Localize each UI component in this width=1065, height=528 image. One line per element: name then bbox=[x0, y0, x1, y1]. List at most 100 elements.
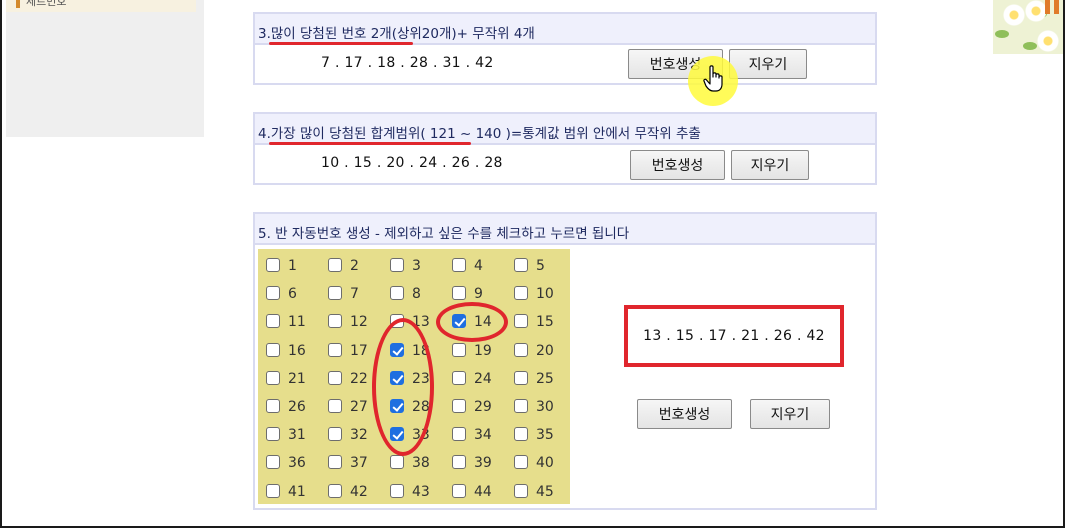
number-checkbox[interactable] bbox=[452, 455, 466, 470]
section-5-numbers: 13 . 15 . 17 . 21 . 26 . 42 bbox=[643, 328, 825, 344]
number-checkbox-label: 6 bbox=[288, 286, 297, 303]
number-checkbox[interactable] bbox=[514, 258, 528, 272]
number-checkbox-label: 29 bbox=[474, 399, 492, 415]
section-3-title-underline bbox=[269, 42, 413, 45]
number-checkbox-label: 25 bbox=[536, 370, 554, 387]
number-checkbox[interactable] bbox=[328, 370, 342, 385]
number-checkbox-label: 8 bbox=[412, 286, 421, 303]
highlight-oval-column bbox=[372, 318, 434, 456]
number-checkbox[interactable] bbox=[328, 483, 342, 498]
number-checkbox[interactable] bbox=[452, 399, 466, 413]
number-checkbox-label: 5 bbox=[536, 258, 545, 274]
number-checkbox-label: 21 bbox=[288, 370, 306, 387]
number-checkbox-label: 10 bbox=[536, 286, 554, 303]
number-checkbox[interactable] bbox=[452, 258, 466, 272]
result-highlight-box: 13 . 15 . 17 . 21 . 26 . 42 bbox=[624, 305, 844, 367]
number-checkbox-label: 22 bbox=[350, 370, 368, 387]
strip-marker bbox=[16, 0, 20, 8]
number-checkbox-label: 7 bbox=[350, 286, 359, 303]
number-checkbox[interactable] bbox=[452, 286, 466, 301]
number-checkbox[interactable] bbox=[328, 342, 342, 357]
number-checkbox-label: 31 bbox=[288, 427, 306, 444]
number-checkbox-label: 4 bbox=[474, 258, 483, 274]
number-checkbox[interactable] bbox=[390, 258, 404, 272]
number-checkbox[interactable] bbox=[328, 427, 342, 442]
number-checkbox[interactable] bbox=[266, 370, 280, 385]
number-checkbox-label: 24 bbox=[474, 370, 492, 387]
number-checkbox[interactable] bbox=[328, 258, 342, 272]
section-4-generate-button[interactable]: 번호생성 bbox=[630, 150, 725, 180]
hand-cursor-icon bbox=[703, 65, 723, 92]
section-4-title-text: 4.가장 많이 당첨된 합계범위( 121 ~ 140 )=통계값 범위 안에서… bbox=[258, 126, 701, 142]
number-checkbox-label: 39 bbox=[474, 455, 492, 472]
number-checkbox[interactable] bbox=[328, 286, 342, 301]
number-checkbox-label: 42 bbox=[350, 483, 368, 500]
number-checkbox[interactable] bbox=[390, 483, 404, 498]
number-checkbox[interactable] bbox=[390, 455, 404, 470]
number-checkbox[interactable] bbox=[514, 455, 528, 470]
number-checkbox-label: 30 bbox=[536, 399, 554, 415]
flower-decoration bbox=[993, 0, 1063, 54]
number-checkbox[interactable] bbox=[452, 342, 466, 357]
number-checkbox[interactable] bbox=[514, 483, 528, 498]
number-checkbox-label: 34 bbox=[474, 427, 492, 444]
number-checkbox[interactable] bbox=[514, 427, 528, 442]
number-checkbox-label: 15 bbox=[536, 314, 554, 331]
number-checkbox[interactable] bbox=[514, 342, 528, 357]
number-checkbox-label: 41 bbox=[288, 483, 306, 500]
number-checkbox[interactable] bbox=[266, 483, 280, 498]
number-checkbox-label: 44 bbox=[474, 483, 492, 500]
number-checkbox[interactable] bbox=[452, 370, 466, 385]
number-checkbox[interactable] bbox=[390, 286, 404, 301]
number-checkbox-label: 11 bbox=[288, 314, 306, 331]
section-3-title-text: 3.많이 당첨된 번호 2개(상위20개)+ 무작위 4개 bbox=[258, 26, 535, 42]
number-checkbox-label: 36 bbox=[288, 455, 306, 472]
section-5-title-text: 5. 반 자동번호 생성 - 제외하고 싶은 수를 체크하고 누르면 됩니다 bbox=[258, 226, 630, 242]
number-checkbox[interactable] bbox=[266, 286, 280, 301]
number-checkbox-label: 38 bbox=[412, 455, 430, 472]
number-checkbox[interactable] bbox=[328, 314, 342, 329]
number-checkbox[interactable] bbox=[266, 342, 280, 357]
section-5-clear-button[interactable]: 지우기 bbox=[750, 399, 830, 429]
section-4-clear-button[interactable]: 지우기 bbox=[731, 150, 809, 180]
number-checkbox-label: 27 bbox=[350, 399, 368, 415]
section-4-title: 4.가장 많이 당첨된 합계범위( 121 ~ 140 )=통계값 범위 안에서… bbox=[255, 114, 875, 145]
number-checkbox[interactable] bbox=[514, 286, 528, 301]
number-checkbox[interactable] bbox=[452, 427, 466, 442]
number-checkbox-label: 1 bbox=[288, 258, 297, 274]
section-3-title: 3.많이 당첨된 번호 2개(상위20개)+ 무작위 4개 bbox=[255, 14, 875, 45]
section-3-clear-button[interactable]: 지우기 bbox=[729, 49, 807, 79]
number-checkbox-label: 40 bbox=[536, 455, 554, 472]
section-3-numbers: 7 . 17 . 18 . 28 . 31 . 42 bbox=[321, 55, 494, 71]
highlight-oval-14 bbox=[436, 302, 508, 342]
number-checkbox[interactable] bbox=[328, 399, 342, 413]
number-checkbox[interactable] bbox=[452, 483, 466, 498]
number-checkbox[interactable] bbox=[266, 258, 280, 272]
number-checkbox-label: 12 bbox=[350, 314, 368, 331]
number-checkbox[interactable] bbox=[266, 314, 280, 329]
number-checkbox-label: 26 bbox=[288, 399, 306, 415]
left-sidebar-text: 세트번호 bbox=[26, 0, 67, 8]
number-checkbox-label: 37 bbox=[350, 455, 368, 472]
section-4-title-underline bbox=[269, 142, 471, 145]
number-checkbox-label: 19 bbox=[474, 342, 492, 359]
section-4-numbers: 10 . 15 . 20 . 24 . 26 . 28 bbox=[321, 155, 503, 171]
number-checkbox[interactable] bbox=[514, 314, 528, 329]
number-checkbox[interactable] bbox=[328, 455, 342, 470]
number-checkbox-label: 32 bbox=[350, 427, 368, 444]
number-checkbox[interactable] bbox=[266, 427, 280, 442]
section-5-title: 5. 반 자동번호 생성 - 제외하고 싶은 수를 체크하고 누르면 됩니다 bbox=[255, 214, 875, 245]
section-5-generate-button[interactable]: 번호생성 bbox=[637, 399, 732, 429]
section-4-box: 4.가장 많이 당첨된 합계범위( 121 ~ 140 )=통계값 범위 안에서… bbox=[253, 112, 877, 185]
number-checkbox[interactable] bbox=[514, 399, 528, 413]
number-checkbox-label: 35 bbox=[536, 427, 554, 444]
number-checkbox-label: 9 bbox=[474, 286, 483, 303]
left-sidebar-panel: 세트번호 bbox=[6, 0, 204, 137]
number-checkbox-label: 17 bbox=[350, 342, 368, 359]
number-checkbox[interactable] bbox=[266, 455, 280, 470]
number-checkbox-label: 43 bbox=[412, 483, 430, 500]
left-sidebar-strip: 세트번호 bbox=[6, 0, 196, 12]
number-checkbox[interactable] bbox=[514, 370, 528, 385]
number-checkbox-label: 45 bbox=[536, 483, 554, 500]
number-checkbox[interactable] bbox=[266, 399, 280, 413]
